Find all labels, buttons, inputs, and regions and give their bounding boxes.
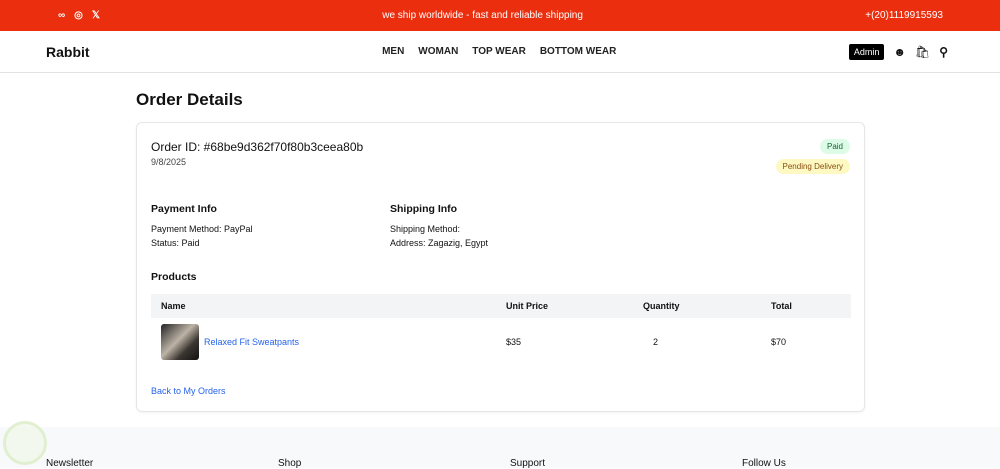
logo[interactable]: Rabbit [46, 44, 90, 60]
watermark-logo [3, 421, 47, 465]
nav-top-wear[interactable]: TOP WEAR [472, 46, 526, 57]
nav-bottom-wear[interactable]: BOTTOM WEAR [540, 46, 616, 57]
table-row: Relaxed Fit Sweatpants $35 2 $70 [151, 318, 851, 366]
payment-status-badge: Paid [819, 139, 850, 154]
footer-shop: Shop [278, 458, 302, 469]
meta-icon[interactable]: ∞ [58, 10, 65, 21]
instagram-icon[interactable]: ◎ [74, 10, 83, 21]
total: $70 [771, 337, 787, 347]
product-link[interactable]: Relaxed Fit Sweatpants [204, 337, 299, 347]
table-header: Name Unit Price Quantity Total [151, 294, 851, 318]
admin-button[interactable]: Admin [848, 43, 885, 60]
payment-info: Payment Info Payment Method: PayPal Stat… [151, 203, 253, 252]
shipping-method: Shipping Method: [390, 224, 461, 234]
payment-method: Payment Method: PayPal [151, 224, 253, 234]
order-date: 9/8/2025 [151, 157, 187, 167]
nav-men[interactable]: MEN [382, 46, 404, 57]
payment-status: Status: Paid [151, 238, 200, 248]
payment-info-title: Payment Info [151, 203, 217, 215]
phone-number: +(20)1119915593 [865, 10, 943, 21]
navbar: Rabbit MEN WOMAN TOP WEAR BOTTOM WEAR Ad… [0, 31, 1000, 73]
nav-woman[interactable]: WOMAN [418, 46, 458, 57]
shipping-info-title: Shipping Info [390, 203, 458, 215]
col-total: Total [771, 301, 792, 311]
x-icon[interactable]: 𝕏 [92, 10, 100, 21]
order-card: Order ID: #68be9d362f70f80b3ceea80b 9/8/… [136, 122, 865, 412]
shopping-bag-icon[interactable]: 🛍 [915, 45, 930, 59]
user-icon[interactable]: ☻ [893, 45, 906, 59]
delivery-status-badge: Pending Delivery [775, 159, 850, 174]
footer-support: Support [510, 458, 546, 469]
back-to-orders-link[interactable]: Back to My Orders [151, 386, 226, 396]
col-unit-price: Unit Price [506, 301, 549, 311]
products-table: Name Unit Price Quantity Total Relaxed F… [151, 294, 851, 366]
footer-newsletter: Newsletter [46, 458, 94, 469]
shipping-info: Shipping Info Shipping Method: Address: … [390, 203, 488, 252]
product-image[interactable] [161, 324, 199, 360]
shipping-message: we ship worldwide - fast and reliable sh… [382, 10, 583, 21]
social-links: ∞ ◎ 𝕏 [58, 10, 100, 21]
products-title: Products [151, 271, 197, 283]
page-title: Order Details [136, 90, 243, 109]
order-id: Order ID: #68be9d362f70f80b3ceea80b [151, 140, 364, 154]
col-name: Name [161, 301, 186, 311]
shipping-address: Address: Zagazig, Egypt [390, 238, 489, 248]
quantity: 2 [653, 337, 659, 347]
footer-follow-us: Follow Us [742, 458, 786, 469]
unit-price: $35 [506, 337, 522, 347]
col-quantity: Quantity [643, 301, 680, 311]
announcement-bar: ∞ ◎ 𝕏 we ship worldwide - fast and relia… [0, 0, 1000, 31]
search-icon[interactable]: ⚲ [939, 45, 948, 59]
footer: Newsletter Shop Support Follow Us [0, 427, 1000, 469]
